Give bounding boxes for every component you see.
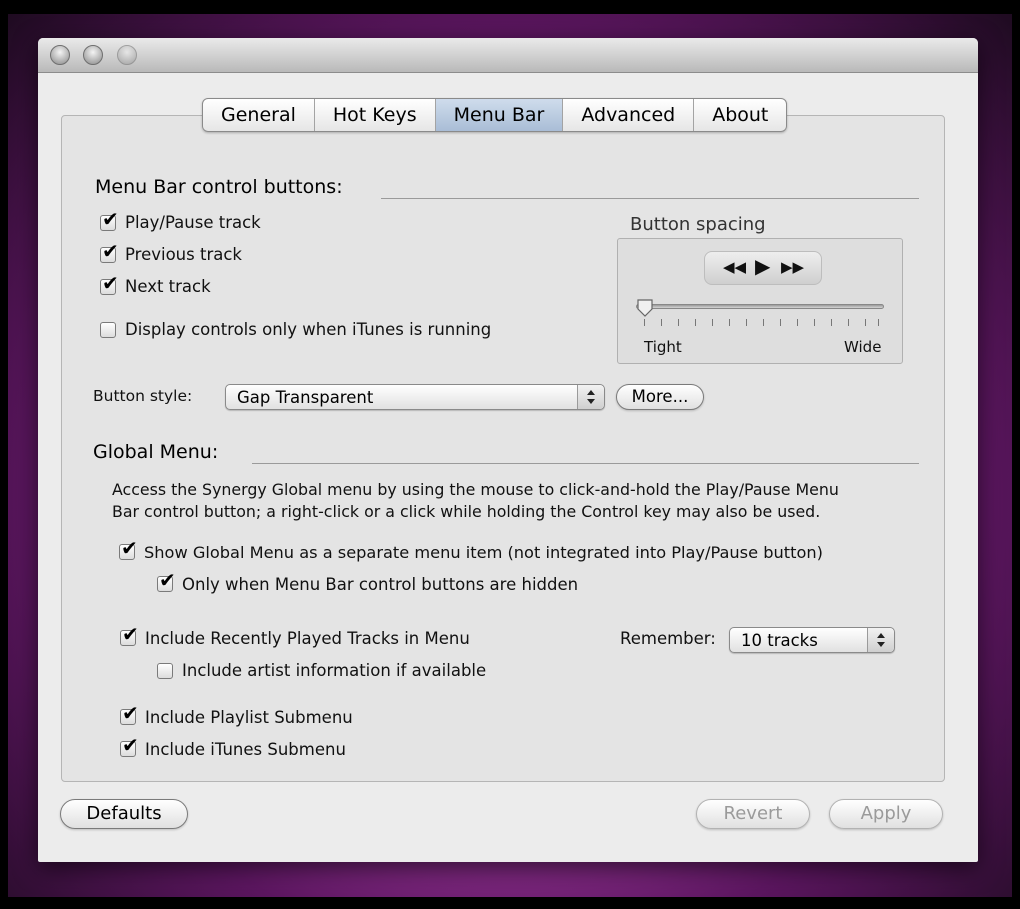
remember-label: Remember: [620,629,716,648]
minimize-window-button[interactable] [83,45,103,65]
title-bar[interactable] [38,38,978,73]
slider-tick [865,319,866,326]
tab-advanced[interactable]: Advanced [563,99,695,131]
next-track-checkbox[interactable]: ✔ [100,273,119,295]
slider-tick [797,319,798,326]
artist-info-checkbox[interactable] [157,663,173,679]
recent-tracks-label: Include Recently Played Tracks in Menu [145,629,470,648]
section-divider [381,198,919,199]
slider-tick [661,319,662,326]
slider-tick [644,319,645,326]
slider-tick [878,319,879,326]
only-hidden-checkbox[interactable]: ✔ [157,570,176,592]
tab-menu-bar[interactable]: Menu Bar [435,99,564,131]
checkmark-icon: ✔ [122,733,139,757]
global-menu-section-title: Global Menu: [93,441,219,463]
tab-hot-keys[interactable]: Hot Keys [315,99,436,131]
slider-tick [814,319,815,326]
preferences-window: General Hot Keys Menu Bar Advanced About… [38,38,978,862]
recent-tracks-checkbox[interactable]: ✔ [120,624,139,646]
show-separate-checkbox[interactable]: ✔ [119,538,138,560]
previous-track-checkbox[interactable]: ✔ [100,241,119,263]
select-arrows-icon [577,385,604,409]
button-style-value: Gap Transparent [237,388,374,407]
button-spacing-box: ◀◀ ▶ ▶▶ Tight Wide [617,238,903,364]
button-preview: ◀◀ ▶ ▶▶ [704,251,822,285]
tab-bar: General Hot Keys Menu Bar Advanced About [202,98,788,132]
checkmark-icon: ✔ [122,701,139,725]
artist-info-label: Include artist information if available [182,661,487,680]
slider-tick [712,319,713,326]
previous-track-label: Previous track [125,245,242,264]
checkmark-icon: ✔ [159,568,176,592]
zoom-window-button[interactable] [117,45,137,65]
tab-general[interactable]: General [203,99,315,131]
playlist-submenu-label: Include Playlist Submenu [145,708,353,727]
global-menu-description-2: Bar control button; a right-click or a c… [112,502,821,521]
slider-tick [695,319,696,326]
more-button[interactable]: More... [616,384,704,410]
close-window-button[interactable] [50,45,70,65]
only-itunes-checkbox[interactable] [100,322,116,338]
select-arrows-icon [867,628,894,652]
section-divider [252,463,919,464]
fast-forward-icon: ▶▶ [781,258,805,276]
playlist-submenu-checkbox[interactable]: ✔ [120,703,139,725]
spacing-slider-track[interactable] [636,304,884,309]
revert-button[interactable]: Revert [696,799,810,829]
remember-value: 10 tracks [741,631,818,650]
spacing-slider-knob[interactable] [636,299,654,317]
slider-max-label: Wide [844,338,882,356]
itunes-submenu-checkbox[interactable]: ✔ [120,735,139,757]
slider-tick [831,319,832,326]
slider-tick [729,319,730,326]
slider-tick [780,319,781,326]
itunes-submenu-label: Include iTunes Submenu [145,740,346,759]
checkmark-icon: ✔ [102,239,119,263]
checkmark-icon: ✔ [121,536,138,560]
tab-about[interactable]: About [694,99,786,131]
remember-select[interactable]: 10 tracks [729,627,895,653]
only-itunes-label: Display controls only when iTunes is run… [125,320,492,339]
button-spacing-title: Button spacing [630,214,766,235]
defaults-button[interactable]: Defaults [60,799,188,829]
slider-tick [678,319,679,326]
slider-tick [848,319,849,326]
menubar-section-title: Menu Bar control buttons: [95,176,343,198]
slider-tick [763,319,764,326]
apply-button[interactable]: Apply [829,799,943,829]
rewind-icon: ◀◀ [723,258,747,276]
show-separate-label: Show Global Menu as a separate menu item… [144,543,823,562]
slider-min-label: Tight [644,338,682,356]
play-pause-label: Play/Pause track [125,213,261,232]
checkmark-icon: ✔ [102,271,119,295]
checkmark-icon: ✔ [102,207,119,231]
slider-tick [746,319,747,326]
global-menu-description: Access the Synergy Global menu by using … [112,480,839,499]
play-pause-checkbox[interactable]: ✔ [100,209,119,231]
button-style-label: Button style: [93,387,193,405]
next-track-label: Next track [125,277,211,296]
button-style-select[interactable]: Gap Transparent [225,384,605,410]
only-hidden-label: Only when Menu Bar control buttons are h… [182,575,579,594]
play-icon: ▶ [755,254,771,278]
checkmark-icon: ✔ [122,622,139,646]
